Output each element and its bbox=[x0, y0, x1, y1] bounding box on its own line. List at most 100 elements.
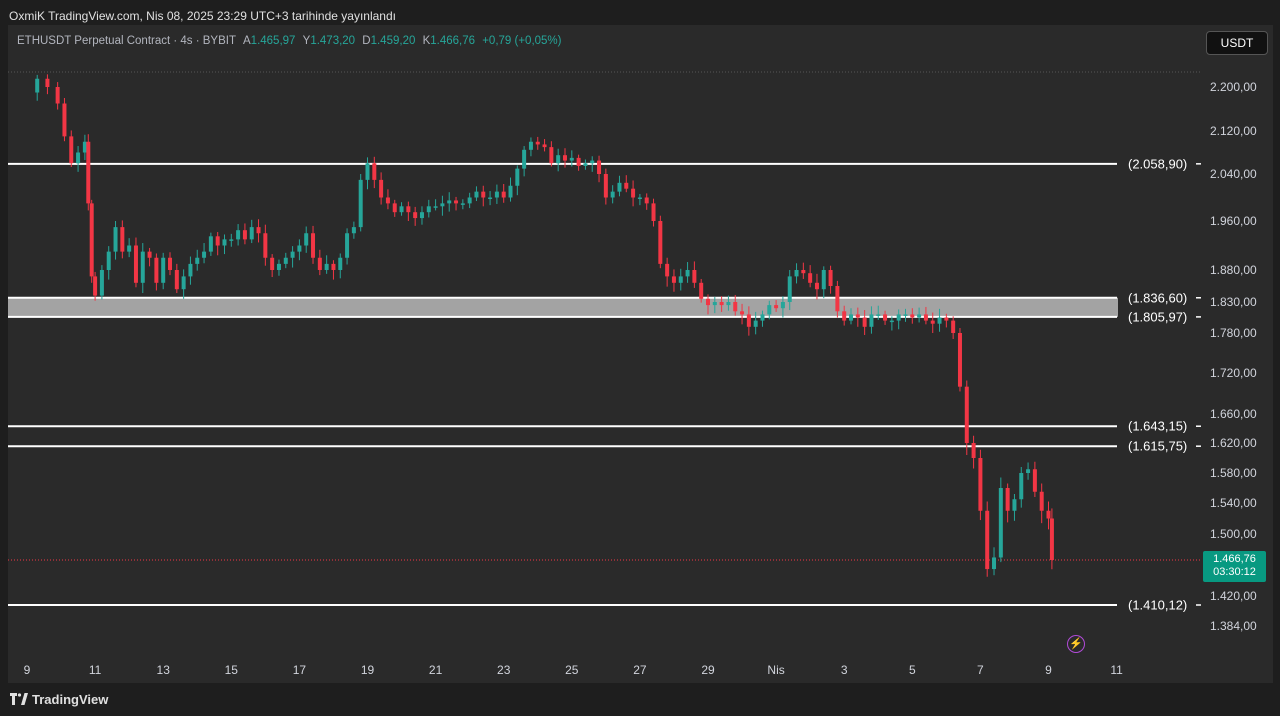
candle-body bbox=[522, 149, 527, 169]
tradingview-logo[interactable]: TradingView bbox=[10, 692, 108, 707]
candle-body bbox=[433, 206, 438, 208]
candle-body bbox=[896, 314, 901, 321]
candle-body bbox=[774, 305, 779, 309]
candle-body bbox=[631, 188, 636, 198]
x-tick-label: 29 bbox=[701, 663, 715, 677]
candle-body bbox=[358, 179, 363, 228]
candle-body bbox=[392, 203, 397, 213]
candle-body bbox=[937, 317, 942, 324]
candle-body bbox=[862, 317, 867, 327]
candle-body bbox=[964, 386, 969, 443]
candle-body bbox=[413, 212, 418, 219]
candle-body bbox=[270, 257, 275, 270]
candle-body bbox=[535, 141, 540, 145]
lightning-bolt-icon[interactable]: ⚡ bbox=[1067, 635, 1085, 653]
level-label: (1.615,75) bbox=[1128, 439, 1187, 454]
change-value: +0,79 (+0,05%) bbox=[482, 35, 562, 47]
candle-body bbox=[399, 206, 404, 213]
candle-body bbox=[903, 314, 908, 316]
candle-body bbox=[351, 227, 356, 234]
candle-body bbox=[338, 257, 343, 270]
candle-body bbox=[985, 510, 990, 570]
y-tick-label: 1.540,00 bbox=[1210, 496, 1257, 510]
candle-body bbox=[760, 314, 765, 321]
x-tick-label: 7 bbox=[977, 663, 984, 677]
x-tick-label: Nis bbox=[767, 663, 784, 677]
open-value: 1.465,97 bbox=[250, 35, 296, 47]
y-tick-label: 1.500,00 bbox=[1210, 527, 1257, 541]
y-tick-label: 1.880,00 bbox=[1210, 263, 1257, 277]
candle-body bbox=[99, 270, 104, 296]
candle-body bbox=[855, 314, 860, 318]
symbol-legend: ETHUSDT Perpetual Contract · 4s · BYBIT … bbox=[17, 35, 561, 47]
candle-body bbox=[76, 152, 81, 164]
x-tick-label: 27 bbox=[633, 663, 647, 677]
candle-body bbox=[140, 251, 145, 283]
y-tick-label: 2.120,00 bbox=[1210, 124, 1257, 138]
candle-body bbox=[202, 251, 207, 258]
candle-body bbox=[978, 458, 983, 511]
x-tick-label: 19 bbox=[361, 663, 375, 677]
price-chart[interactable]: (2.058,90) (1.836,60) (1.805,97) (1.643,15)… bbox=[8, 25, 1273, 683]
x-tick-label: 9 bbox=[24, 663, 31, 677]
candle-body bbox=[733, 302, 738, 312]
y-tick-label: 1.720,00 bbox=[1210, 366, 1257, 380]
symbol-name[interactable]: ETHUSDT Perpetual Contract · 4s · BYBIT bbox=[17, 35, 236, 47]
candle-body bbox=[869, 314, 874, 327]
candle-body bbox=[515, 168, 520, 186]
candle-body bbox=[746, 314, 751, 327]
candle-body bbox=[304, 233, 309, 246]
candle-body bbox=[889, 320, 894, 323]
chart-area[interactable]: (2.058,90) (1.836,60) (1.805,97) (1.643,15)… bbox=[8, 25, 1273, 683]
y-tick-label: 1.660,00 bbox=[1210, 407, 1257, 421]
candle-body bbox=[849, 314, 854, 321]
candle-body bbox=[610, 191, 615, 198]
candle-body bbox=[474, 191, 479, 198]
candle-body bbox=[69, 136, 74, 164]
y-tick-label: 1.580,00 bbox=[1210, 466, 1257, 480]
candle-body bbox=[331, 263, 336, 270]
candle-body bbox=[528, 141, 533, 150]
candle-body bbox=[753, 320, 758, 327]
candle-body bbox=[133, 245, 138, 283]
candle-body bbox=[208, 236, 213, 252]
candle-body bbox=[147, 251, 152, 258]
candle-body bbox=[944, 317, 949, 321]
candle-body bbox=[542, 144, 547, 148]
candle-body bbox=[740, 311, 745, 315]
candle-body bbox=[1005, 488, 1010, 511]
candle-body bbox=[120, 227, 125, 252]
candle-body bbox=[181, 276, 186, 290]
candle-body bbox=[174, 270, 179, 290]
candle-body bbox=[957, 333, 962, 387]
candle-body bbox=[440, 203, 445, 207]
candle-body bbox=[665, 263, 670, 277]
candle-body bbox=[562, 155, 567, 161]
candle-body bbox=[494, 191, 499, 198]
candle-body bbox=[263, 233, 268, 258]
candle-body bbox=[113, 227, 118, 252]
candle-body bbox=[1019, 473, 1024, 500]
candle-body bbox=[808, 273, 813, 283]
candle-body bbox=[624, 182, 629, 189]
currency-button[interactable]: USDT bbox=[1206, 31, 1268, 55]
y-tick-label: 1.960,00 bbox=[1210, 214, 1257, 228]
x-tick-label: 15 bbox=[225, 663, 239, 677]
publish-info: OxmiK TradingView.com, Nis 08, 2025 23:2… bbox=[9, 9, 396, 23]
candle-body bbox=[644, 197, 649, 204]
low-value: 1.459,20 bbox=[370, 35, 416, 47]
candle-body bbox=[106, 251, 111, 270]
candle-body bbox=[706, 298, 710, 306]
candle-body bbox=[678, 276, 683, 283]
candle-body bbox=[780, 302, 785, 309]
candle-body bbox=[583, 163, 588, 166]
candle-body bbox=[726, 302, 731, 306]
candle-body bbox=[276, 263, 281, 270]
candle-body bbox=[549, 147, 554, 164]
last-price-value: 1.466,76 bbox=[1213, 553, 1256, 565]
candle-body bbox=[372, 163, 377, 180]
candle-body bbox=[236, 230, 241, 240]
candle-body bbox=[617, 182, 622, 192]
candle-body bbox=[1026, 469, 1031, 473]
candle-body bbox=[821, 270, 826, 290]
